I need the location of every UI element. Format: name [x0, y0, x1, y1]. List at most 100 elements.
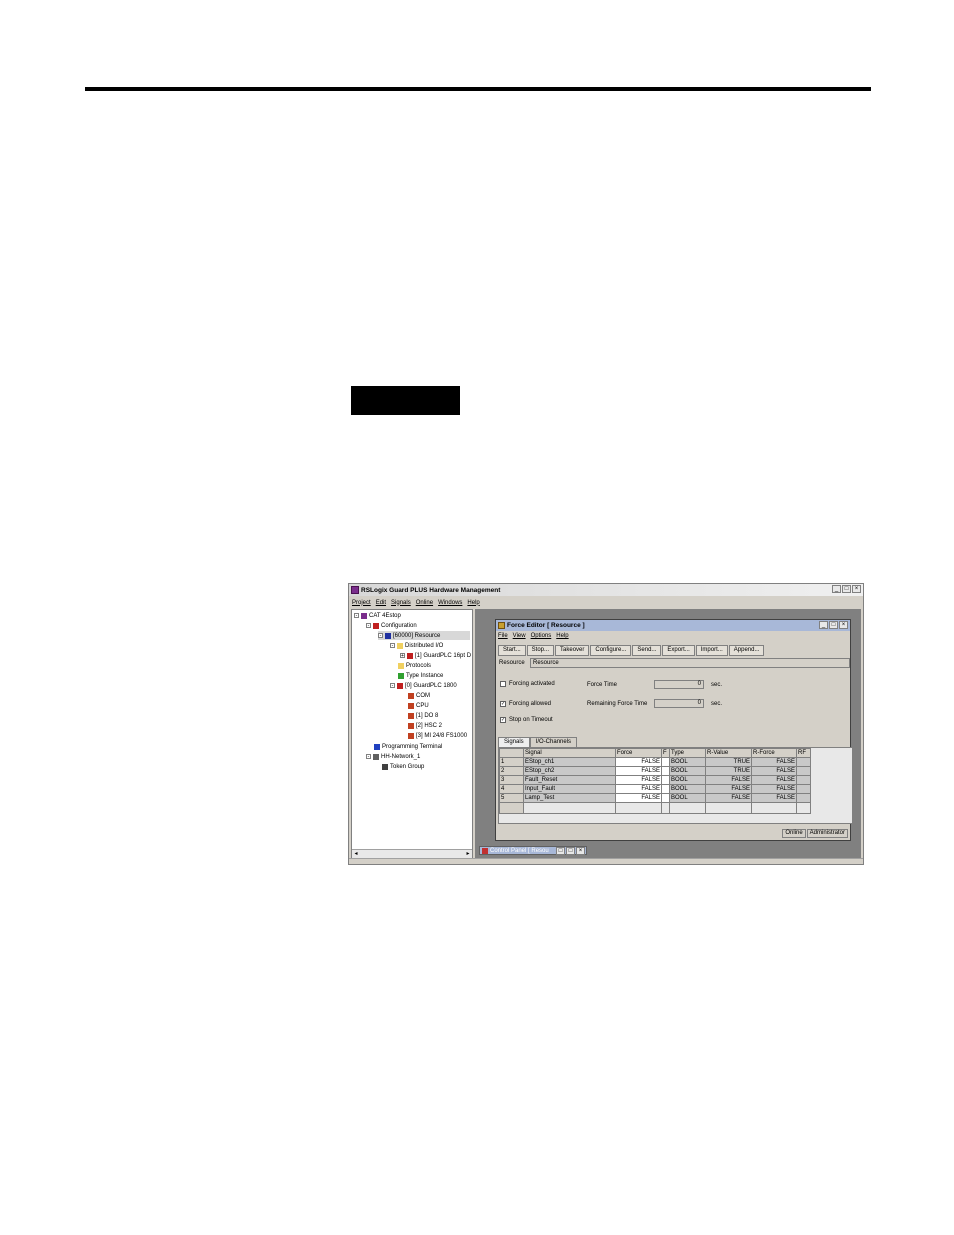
resource-label: Resource	[499, 660, 525, 666]
collapse-icon[interactable]: -	[390, 683, 395, 689]
tree-node-mi248[interactable]: [3] MI 24/8 FS1000	[408, 731, 467, 740]
tree-node-programming-terminal[interactable]: Programming Terminal	[374, 742, 442, 751]
col-header-type[interactable]: Type	[669, 748, 706, 758]
cell-force[interactable]: FALSE	[615, 784, 662, 794]
tree-node-hh-network[interactable]: - HH-Network_1	[366, 752, 420, 761]
cell-empty	[523, 802, 616, 814]
checkbox-checked-icon[interactable]: ✓	[500, 701, 506, 707]
restore-icon[interactable]: □	[556, 847, 565, 855]
checkbox-unchecked-icon[interactable]	[500, 681, 506, 687]
resource-icon	[385, 632, 391, 639]
col-header-f[interactable]: F	[661, 748, 670, 758]
menu-edit[interactable]: Edit	[376, 600, 386, 606]
collapse-icon[interactable]: -	[390, 643, 395, 649]
tree-node-do8[interactable]: [1] DO 8	[408, 711, 438, 720]
stop-on-timeout-checkbox[interactable]: ✓ Stop on Timeout	[500, 717, 553, 723]
configuration-icon	[373, 622, 379, 629]
menu-help[interactable]: Help	[467, 600, 479, 606]
table-row-empty	[499, 802, 811, 814]
cell-force[interactable]: FALSE	[615, 793, 662, 803]
scroll-left-icon[interactable]: ◂	[352, 850, 360, 858]
send-button[interactable]: Send...	[632, 645, 662, 656]
table-row[interactable]: 2 EStop_ch2 FALSE BOOL TRUE FALSE	[499, 766, 811, 776]
cell-force[interactable]: FALSE	[615, 766, 662, 776]
tree-node-type-instance[interactable]: Type Instance	[398, 671, 443, 680]
force-editor-window: Force Editor [ Resource ] _ □ × File Vie…	[495, 619, 853, 841]
cell-f[interactable]	[661, 793, 670, 803]
tree-horizontal-scrollbar[interactable]: ◂ ▸	[352, 849, 472, 858]
control-panel-minimized[interactable]: Control Panel [ Resou □ □ ×	[479, 846, 587, 855]
collapse-icon[interactable]: -	[354, 613, 359, 619]
cell-f[interactable]	[661, 766, 670, 776]
remaining-time-unit: sec.	[711, 701, 723, 707]
forcing-activated-checkbox[interactable]: Forcing activated	[500, 681, 555, 687]
table-row[interactable]: 1 EStop_ch1 FALSE BOOL TRUE FALSE	[499, 757, 811, 767]
table-row[interactable]: 5 Lamp_Test FALSE BOOL FALSE FALSE	[499, 793, 811, 803]
forcing-allowed-checkbox[interactable]: ✓ Forcing allowed	[500, 701, 551, 707]
col-header-signal[interactable]: Signal	[523, 748, 616, 758]
minimize-icon[interactable]: _	[819, 621, 828, 629]
maximize-icon[interactable]: □	[842, 585, 851, 593]
menu-project[interactable]: Project	[352, 600, 371, 606]
cell-f[interactable]	[661, 757, 670, 767]
tree-node-project[interactable]: - CAT 4Estop	[354, 611, 401, 620]
close-icon[interactable]: ×	[576, 847, 585, 855]
menu-online[interactable]: Online	[416, 600, 433, 606]
maximize-icon[interactable]: □	[566, 847, 575, 855]
cell-empty	[669, 802, 706, 814]
cell-signal: Lamp_Test	[523, 793, 616, 803]
append-button[interactable]: Append...	[728, 645, 765, 656]
scroll-right-icon[interactable]: ▸	[464, 850, 472, 858]
fe-menu-help[interactable]: Help	[556, 633, 568, 639]
collapse-icon[interactable]: -	[366, 623, 371, 629]
tree-node-protocols[interactable]: Protocols	[398, 661, 431, 670]
tree-node-distributed-io[interactable]: - Distributed I/O	[390, 641, 443, 650]
close-icon[interactable]: ×	[839, 621, 848, 629]
cell-rvalue: FALSE	[705, 784, 752, 794]
control-panel-title: Control Panel [ Resou	[490, 847, 549, 854]
col-header-rf[interactable]: RF	[796, 748, 811, 758]
force-editor-toolbar: Start... Stop... Takeover Configure... S…	[498, 645, 847, 656]
start-button[interactable]: Start...	[498, 645, 526, 656]
col-header-rforce[interactable]: R-Force	[751, 748, 797, 758]
fe-menu-options[interactable]: Options	[531, 633, 552, 639]
collapse-icon[interactable]: -	[366, 754, 371, 760]
cell-f[interactable]	[661, 784, 670, 794]
tree-node-guardplc-1800[interactable]: - [0] GuardPLC 1800	[390, 681, 457, 690]
menu-signals[interactable]: Signals	[391, 600, 411, 606]
configure-button[interactable]: Configure...	[590, 645, 632, 656]
tree-node-cpu[interactable]: CPU	[408, 701, 429, 710]
tab-signals[interactable]: Signals	[498, 737, 530, 747]
cell-force[interactable]: FALSE	[615, 757, 662, 767]
menu-windows[interactable]: Windows	[438, 600, 462, 606]
import-button[interactable]: Import...	[695, 645, 728, 656]
checkbox-checked-icon[interactable]: ✓	[500, 717, 506, 723]
collapse-icon[interactable]: -	[378, 633, 383, 639]
takeover-button[interactable]: Takeover	[555, 645, 590, 656]
fe-menu-file[interactable]: File	[498, 633, 508, 639]
force-editor-title: Force Editor [ Resource ]	[507, 622, 585, 629]
folder-icon	[397, 642, 403, 649]
force-time-field[interactable]: 0	[654, 680, 704, 689]
tree-node-com[interactable]: COM	[408, 691, 430, 700]
cell-rforce: FALSE	[751, 766, 797, 776]
close-icon[interactable]: ×	[852, 585, 861, 593]
tree-node-guardplc-16pt[interactable]: + [1] GuardPLC 16pt D	[400, 651, 471, 660]
cell-f[interactable]	[661, 775, 670, 785]
tab-io-channels[interactable]: I/O-Channels	[529, 737, 578, 747]
export-button[interactable]: Export...	[662, 645, 695, 656]
table-row[interactable]: 4 Input_Fault FALSE BOOL FALSE FALSE	[499, 784, 811, 794]
tree-node-token-group[interactable]: Token Group	[382, 762, 424, 771]
tree-node-configuration[interactable]: - Configuration	[366, 621, 417, 630]
tree-node-resource[interactable]: - [60000] Resource	[378, 631, 470, 640]
col-header-rvalue[interactable]: R-Value	[705, 748, 752, 758]
table-row[interactable]: 3 Fault_Reset FALSE BOOL FALSE FALSE	[499, 775, 811, 785]
stop-button[interactable]: Stop...	[526, 645, 555, 656]
cell-force[interactable]: FALSE	[615, 775, 662, 785]
expand-icon[interactable]: +	[400, 653, 405, 659]
col-header-force[interactable]: Force	[615, 748, 662, 758]
minimize-icon[interactable]: _	[832, 585, 841, 593]
tree-node-hsc2[interactable]: [2] HSC 2	[408, 721, 442, 730]
maximize-icon[interactable]: □	[829, 621, 838, 629]
fe-menu-view[interactable]: View	[513, 633, 526, 639]
